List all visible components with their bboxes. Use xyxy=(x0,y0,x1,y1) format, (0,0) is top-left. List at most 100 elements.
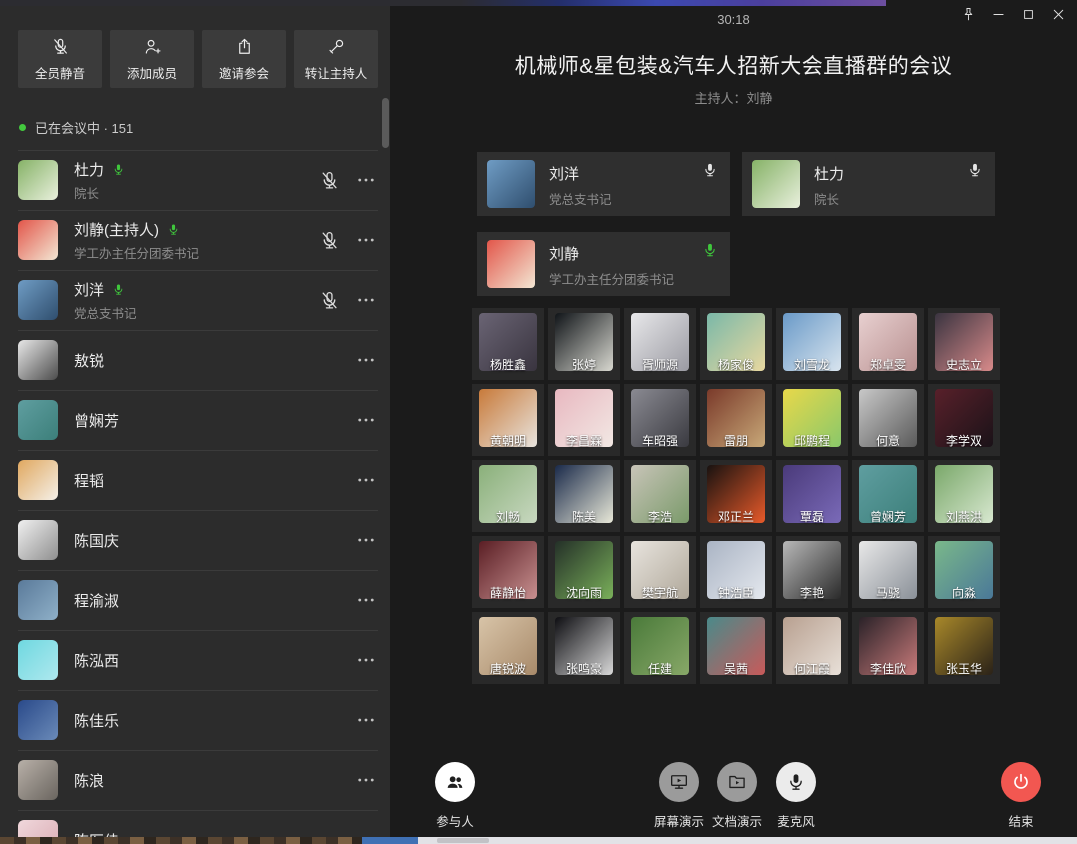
participant-name-text: 陈医佳 xyxy=(74,830,119,838)
participant-tile[interactable]: 张玉华 xyxy=(928,612,1000,684)
participant-tile[interactable]: 邓正兰 xyxy=(700,460,772,532)
more-icon[interactable] xyxy=(356,650,376,670)
participant-row: 程渝淑 xyxy=(0,570,390,630)
featured-tile[interactable]: 刘静学工办主任分团委书记 xyxy=(477,232,730,296)
participant-tile[interactable]: 李昌霖 xyxy=(548,384,620,456)
participant-name: 陈泓西 xyxy=(74,650,119,671)
more-icon[interactable] xyxy=(356,410,376,430)
participant-tile-name: 李昌霖 xyxy=(548,432,620,449)
featured-tile[interactable]: 刘洋党总支书记 xyxy=(477,152,730,216)
participant-info: 陈佳乐 xyxy=(74,710,119,731)
participant-name: 程韬 xyxy=(74,470,104,491)
featured-avatar xyxy=(752,160,800,208)
participant-info: 陈浪 xyxy=(74,770,104,791)
titlebar-close-button[interactable] xyxy=(1050,6,1067,23)
participant-tile-name: 杨胜鑫 xyxy=(472,356,544,373)
toolbar-end-button[interactable]: 结束 xyxy=(979,762,1063,830)
participant-tile[interactable]: 覃磊 xyxy=(776,460,848,532)
participant-tile[interactable]: 马骁 xyxy=(852,536,924,608)
participant-controls xyxy=(356,690,376,750)
participant-grid: 杨胜鑫张婷胥师源杨家俊刘雪龙郑卓雯史志立黄朝明李昌霖车昭强雷朋邱鹏程何意李学双刘… xyxy=(472,308,1000,684)
participant-tile[interactable]: 车昭强 xyxy=(624,384,696,456)
participant-tile[interactable]: 陈美 xyxy=(548,460,620,532)
action-mute-all-button[interactable]: 全员静音 xyxy=(18,30,102,88)
titlebar-minimize-button[interactable] xyxy=(990,6,1007,23)
participant-tile[interactable]: 张鸣豪 xyxy=(548,612,620,684)
more-icon[interactable] xyxy=(356,230,376,250)
more-icon[interactable] xyxy=(356,590,376,610)
participant-tile[interactable]: 刘燕洪 xyxy=(928,460,1000,532)
participant-tile[interactable]: 吴茜 xyxy=(700,612,772,684)
participant-tile[interactable]: 薛静怡 xyxy=(472,536,544,608)
participant-tile[interactable]: 邱鹏程 xyxy=(776,384,848,456)
sidebar-scrollbar[interactable] xyxy=(382,98,389,148)
participant-tile[interactable]: 雷朋 xyxy=(700,384,772,456)
participant-controls xyxy=(356,750,376,810)
participant-tile[interactable]: 杨家俊 xyxy=(700,308,772,380)
more-icon[interactable] xyxy=(356,770,376,790)
featured-role: 学工办主任分团委书记 xyxy=(549,269,674,288)
participant-tile[interactable]: 杨胜鑫 xyxy=(472,308,544,380)
participant-row: 陈佳乐 xyxy=(0,690,390,750)
participant-tile[interactable]: 何意 xyxy=(852,384,924,456)
participant-row: 陈浪 xyxy=(0,750,390,810)
participant-tile[interactable]: 曾娴芳 xyxy=(852,460,924,532)
participant-tile[interactable]: 向淼 xyxy=(928,536,1000,608)
person-add-icon xyxy=(143,37,162,56)
participant-tile[interactable]: 黄朝明 xyxy=(472,384,544,456)
mic-muted-icon[interactable] xyxy=(319,230,340,251)
more-icon[interactable] xyxy=(356,710,376,730)
participant-tile[interactable]: 胥师源 xyxy=(624,308,696,380)
participant-info: 曾娴芳 xyxy=(74,410,119,431)
toolbar-end-circle xyxy=(1001,762,1041,802)
titlebar-pin-button[interactable] xyxy=(960,6,977,23)
participant-tile[interactable]: 何江霞 xyxy=(776,612,848,684)
participant-row: 陈泓西 xyxy=(0,630,390,690)
participant-tile[interactable]: 李佳欣 xyxy=(852,612,924,684)
participant-avatar xyxy=(18,280,58,320)
participant-tile[interactable]: 樊宇航 xyxy=(624,536,696,608)
participant-tile[interactable]: 李艳 xyxy=(776,536,848,608)
participant-tile[interactable]: 郑卓雯 xyxy=(852,308,924,380)
more-icon[interactable] xyxy=(356,470,376,490)
more-icon[interactable] xyxy=(356,290,376,310)
participant-tile[interactable]: 李浩 xyxy=(624,460,696,532)
participant-tile[interactable]: 沈向雨 xyxy=(548,536,620,608)
mic-muted-icon[interactable] xyxy=(319,170,340,191)
participant-list: 杜力院长刘静(主持人)学工办主任分团委书记刘洋党总支书记敖锐曾娴芳程韬陈国庆程渝… xyxy=(0,150,390,837)
meeting-status: 已在会议中 · 151 xyxy=(19,118,390,137)
participant-tile[interactable]: 李学双 xyxy=(928,384,1000,456)
toolbar-microphone-button[interactable]: 麦克风 xyxy=(754,762,838,830)
action-invite-button[interactable]: 邀请参会 xyxy=(202,30,286,88)
featured-tile[interactable]: 杜力院长 xyxy=(742,152,995,216)
more-icon[interactable] xyxy=(356,830,376,837)
participant-tile[interactable]: 刘畅 xyxy=(472,460,544,532)
action-transfer-host-button[interactable]: 转让主持人 xyxy=(294,30,378,88)
more-icon[interactable] xyxy=(356,170,376,190)
more-icon[interactable] xyxy=(356,530,376,550)
more-icon[interactable] xyxy=(356,350,376,370)
titlebar-maximize-button[interactable] xyxy=(1020,6,1037,23)
featured-name: 杜力 xyxy=(814,163,844,184)
participants-sidebar: 全员静音添加成员邀请参会转让主持人 已在会议中 · 151 杜力院长刘静(主持人… xyxy=(0,6,390,837)
participant-name-text: 杜力 xyxy=(74,159,104,180)
participant-name-text: 陈国庆 xyxy=(74,530,119,551)
action-add-member-button[interactable]: 添加成员 xyxy=(110,30,194,88)
participant-tile[interactable]: 唐锐波 xyxy=(472,612,544,684)
participant-controls xyxy=(356,570,376,630)
desktop-wallpaper-sliver xyxy=(0,837,362,844)
mic-muted-icon[interactable] xyxy=(319,290,340,311)
participant-row: 陈国庆 xyxy=(0,510,390,570)
participant-avatar xyxy=(18,460,58,500)
participant-tile[interactable]: 张婷 xyxy=(548,308,620,380)
participant-tile[interactable]: 钟浩臣 xyxy=(700,536,772,608)
featured-role: 党总支书记 xyxy=(549,189,612,208)
participant-avatar xyxy=(18,400,58,440)
action-label: 转让主持人 xyxy=(305,63,368,82)
participant-tile[interactable]: 史志立 xyxy=(928,308,1000,380)
participant-tile-name: 刘雪龙 xyxy=(776,356,848,373)
participant-tile[interactable]: 任建 xyxy=(624,612,696,684)
toolbar-participants-button[interactable]: 参与人 xyxy=(413,762,497,830)
participant-tile[interactable]: 刘雪龙 xyxy=(776,308,848,380)
participant-tile-name: 陈美 xyxy=(548,508,620,525)
